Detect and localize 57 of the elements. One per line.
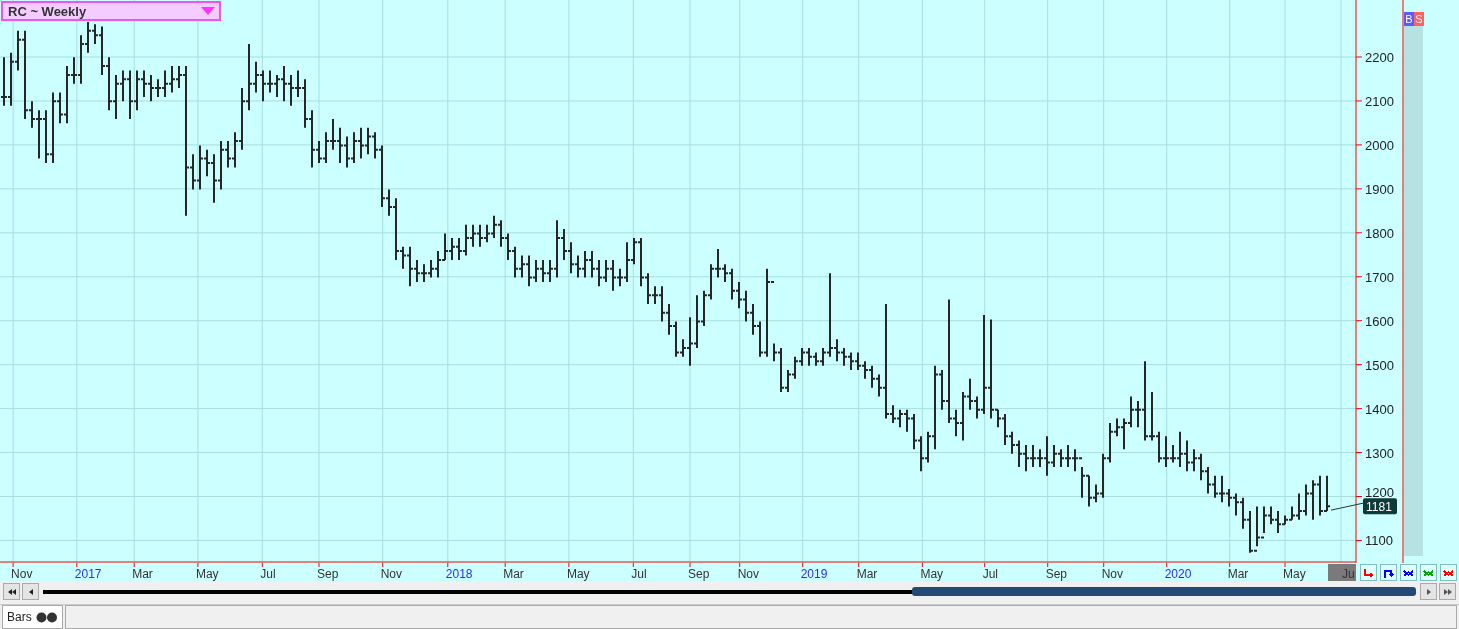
axis-label: Sep <box>1045 567 1068 581</box>
scroll-right-button[interactable] <box>1420 583 1437 600</box>
axis-label: 1500 <box>1365 357 1394 373</box>
scroll-start-button[interactable] <box>3 583 20 600</box>
axis-label: Mar <box>1227 567 1249 581</box>
view-tab[interactable]: Bars <box>2 605 63 629</box>
axis-label: Mar <box>503 567 524 581</box>
scroll-left-button[interactable] <box>22 583 39 600</box>
axis-label: Jul <box>982 567 999 581</box>
axis-label: Nov <box>11 567 33 581</box>
dropdown-caret-icon <box>201 7 215 15</box>
right-arrow-icon <box>1426 588 1431 595</box>
axis-label: 2020 <box>1164 567 1192 581</box>
left-arrow-icon <box>28 588 33 595</box>
axis-label: May <box>566 567 590 581</box>
axis-label: Ju <box>1342 567 1355 581</box>
axis-label: 1900 <box>1365 181 1394 197</box>
axis-label: 1800 <box>1365 225 1394 241</box>
double-left-arrow-icon <box>7 588 16 595</box>
axis-label: Sep <box>688 567 710 581</box>
scroll-thumb[interactable] <box>912 587 1416 596</box>
axis-label: 2200 <box>1365 50 1394 65</box>
axis-label: 2018 <box>445 567 473 581</box>
drawing-tool-button[interactable] <box>1380 564 1397 581</box>
axis-label: 1100 <box>1365 533 1393 549</box>
axis-label: Nov <box>380 567 403 581</box>
range-marker <box>1328 564 1356 581</box>
axis-label: 2019 <box>800 567 828 581</box>
drawing-tool-button[interactable] <box>1440 564 1457 581</box>
axis-label: 2017 <box>74 567 102 581</box>
axis-label: May <box>1283 567 1306 581</box>
view-tab-label: Bars <box>7 610 32 624</box>
leader-line <box>1330 502 1364 511</box>
axis-label: Mar <box>132 567 153 581</box>
drawing-tool-button[interactable] <box>1400 564 1417 581</box>
axis-label: 1300 <box>1365 445 1394 461</box>
scroll-track[interactable] <box>43 587 1416 596</box>
axis-label: Jul <box>631 567 647 581</box>
axis-label: 1200 <box>1365 485 1394 501</box>
axis-label: Jul <box>260 567 276 581</box>
axis-label: 1700 <box>1365 269 1394 285</box>
axis-label: 2100 <box>1365 93 1394 109</box>
axis-label: 1600 <box>1365 313 1394 329</box>
scroll-end-button[interactable] <box>1439 583 1456 600</box>
chart-selector-dropdown[interactable]: RC ~ Weekly <box>1 1 221 21</box>
axis-label: Sep <box>317 567 339 581</box>
axis-label: Mar <box>856 567 878 581</box>
price-tag: 1181 <box>1363 498 1397 515</box>
axis-label: 2000 <box>1365 137 1394 153</box>
double-circle-icon <box>35 611 58 623</box>
axis-label: Nov <box>737 567 760 581</box>
axis-label: 1400 <box>1365 401 1394 417</box>
axis-label: May <box>195 567 219 581</box>
signal-flag[interactable]: B <box>1404 12 1414 26</box>
axis-label: Nov <box>1101 567 1124 581</box>
double-right-arrow-icon <box>1443 588 1452 595</box>
axis-label: May <box>920 567 944 581</box>
